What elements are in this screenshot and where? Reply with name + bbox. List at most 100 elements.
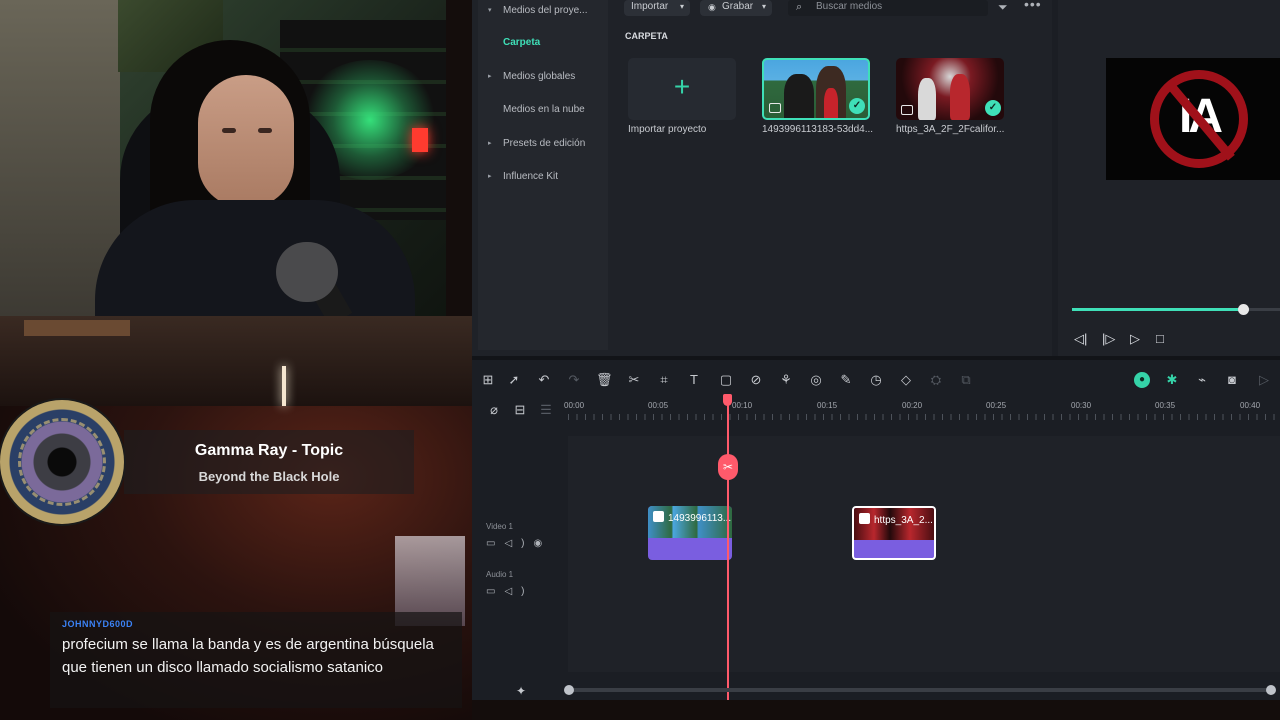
media-thumbnail[interactable]: ✓ [762,58,870,120]
chat-text: profecium se llama la banda y es de arge… [62,636,434,676]
timeline: ⌀ ⊟ ☰ 00:00 00:05 00:10 00:15 00:20 00:2… [472,394,1280,700]
crop-icon[interactable]: ⌗ [656,372,672,388]
timeline-scrollbar[interactable] [564,685,1276,695]
preview-frame: IA [1106,58,1280,180]
sidebar-item-folder[interactable]: Carpeta [478,32,606,54]
import-project-label: Importar proyecto [628,124,707,135]
text-icon[interactable]: T [686,372,702,388]
track-label: Audio 1 [486,570,514,579]
link-icon[interactable]: ⌀ [486,402,502,418]
subtitle-icon[interactable]: ☰ [538,402,554,418]
media-toolbar: Importar ▾ ◉ Grabar ▾ ⌕ Buscar medios ⏷ … [624,0,1041,16]
shape-icon[interactable]: ▢ [718,372,734,388]
scroll-handle-left[interactable] [564,685,574,695]
import-button[interactable]: Importar ▾ [624,0,690,16]
ruler-label: 00:10 [732,401,753,410]
group-icon[interactable]: ⛭ [928,372,944,388]
eye-icon[interactable]: ◉ [533,538,551,549]
ruler-label: 00:15 [817,401,838,410]
media-sidebar: ▾ Medios del proye... Carpeta ▸ Medios g… [478,0,608,350]
select-tool-icon[interactable]: ➚ [506,372,522,388]
speed-icon[interactable]: ⊘ [748,372,764,388]
chevron-down-icon: ▾ [761,2,766,11]
playhead-handle[interactable] [723,394,732,406]
cut-icon[interactable]: ✂ [626,372,642,388]
sidebar-item-cloud-media[interactable]: Medios en la nube [478,99,606,121]
stop-icon[interactable]: □ [1156,331,1164,347]
scroll-handle-right[interactable] [1266,685,1276,695]
playback-progress[interactable] [1072,304,1280,315]
render-icon[interactable]: ▷ [1256,372,1272,388]
image-icon [769,103,781,113]
chevron-down-icon: ▾ [679,2,684,11]
ruler-label: 00:20 [902,401,923,410]
timeline-clip[interactable]: 1493996113... [648,506,732,560]
time-ruler[interactable]: 00:00 00:05 00:10 00:15 00:20 00:25 00:3… [564,396,1280,422]
layout-icon[interactable]: ⊞ [480,372,496,388]
edit-icon[interactable]: ✎ [838,372,854,388]
ruler-label: 00:40 [1240,401,1261,410]
sidebar-item-project-media[interactable]: ▾ Medios del proye... [478,0,606,22]
snapshot-icon[interactable]: ◙ [1224,372,1240,388]
ruler-label: 00:00 [564,401,585,410]
sidebar-item-influence-kit[interactable]: ▸ Influence Kit [478,166,606,188]
microphone [276,242,338,302]
clip-name: 1493996113... [668,513,732,524]
timeline-clip[interactable]: https_3A_2... [852,506,936,560]
check-icon: ✓ [849,98,865,114]
image-icon [653,511,664,522]
search-icon: ⌕ [796,1,803,13]
color-icon[interactable]: ⚘ [778,372,794,388]
search-input[interactable]: ⌕ Buscar medios [788,0,988,16]
now-playing: Gamma Ray - Topic Beyond the Black Hole [124,430,414,494]
no-ai-logo: IA [1150,70,1248,168]
delete-icon[interactable]: 🗑 [596,372,613,388]
media-panel: ▾ Medios del proye... Carpeta ▸ Medios g… [472,0,1052,356]
progress-fill [1072,308,1243,311]
ruler-label: 00:05 [648,401,669,410]
ruler-label: 00:25 [986,401,1007,410]
timeline-toolbar: ⊞ ➚ ↶ ↷ 🗑 ✂ ⌗ T ▢ ⊘ ⚘ ◎ ✎ ◷ ◇ ⛭ ⧉ ● ✱ ⌁ … [472,360,1280,400]
next-frame-icon[interactable]: |▷ [1102,331,1115,347]
previous-frame-icon[interactable]: ◁| [1074,331,1087,347]
progress-handle[interactable] [1237,304,1249,315]
keyframe-icon[interactable]: ◇ [898,372,914,388]
sidebar-item-global-media[interactable]: ▸ Medios globales [478,66,606,88]
more-icon[interactable]: ••• [1024,0,1042,12]
folder-heading: CARPETA [625,31,668,41]
filter-icon[interactable]: ⏷ [998,0,1008,15]
ai-effect-icon[interactable]: ◎ [808,372,824,388]
folder-icon[interactable]: ▭ [486,586,504,597]
media-item-label: https_3A_2F_2Fcalifor... [896,124,1005,135]
media-thumbnail[interactable]: ✓ [896,58,1004,120]
image-icon [859,513,870,524]
folder-icon[interactable]: ▭ [486,538,504,549]
ungroup-icon[interactable]: ⧉ [958,372,974,388]
media-library: Importar ▾ ◉ Grabar ▾ ⌕ Buscar medios ⏷ … [618,0,1048,356]
sidebar-item-edit-presets[interactable]: ▸ Presets de edición [478,133,606,155]
import-project-tile[interactable]: + [628,58,736,120]
timer-icon[interactable]: ◷ [868,372,884,388]
track-settings-icon[interactable]: ⊟ [512,402,528,418]
video-editor: ▾ Medios del proye... Carpeta ▸ Medios g… [472,0,1280,700]
screen: Gamma Ray - Topic Beyond the Black Hole … [0,0,1280,720]
playhead[interactable] [727,396,729,700]
add-track-icon[interactable]: ✦ [516,684,526,698]
plus-icon: + [673,71,691,102]
check-icon: ✓ [985,100,1001,116]
preview-panel: IA ◁| |▷ ▷ □ [1058,0,1280,356]
album-art [0,400,124,524]
record-button[interactable]: ◉ Grabar ▾ [700,0,772,16]
clip-name: https_3A_2... [874,515,933,526]
play-icon[interactable]: ▷ [1130,331,1140,347]
chat-message: JOHNNYD600D profecium se llama la banda … [50,612,462,708]
ai-assist-icon[interactable]: ● [1134,372,1150,388]
volume-icon[interactable]: ◁) [504,586,533,597]
record-voice-icon[interactable]: ⌁ [1194,372,1210,388]
now-playing-track: Beyond the Black Hole [198,469,340,484]
redo-icon[interactable]: ↷ [566,372,582,388]
split-scissors-icon[interactable]: ✂ [718,454,738,480]
undo-icon[interactable]: ↶ [536,372,552,388]
volume-icon[interactable]: ◁) [504,538,533,549]
snap-icon[interactable]: ✱ [1164,372,1180,388]
